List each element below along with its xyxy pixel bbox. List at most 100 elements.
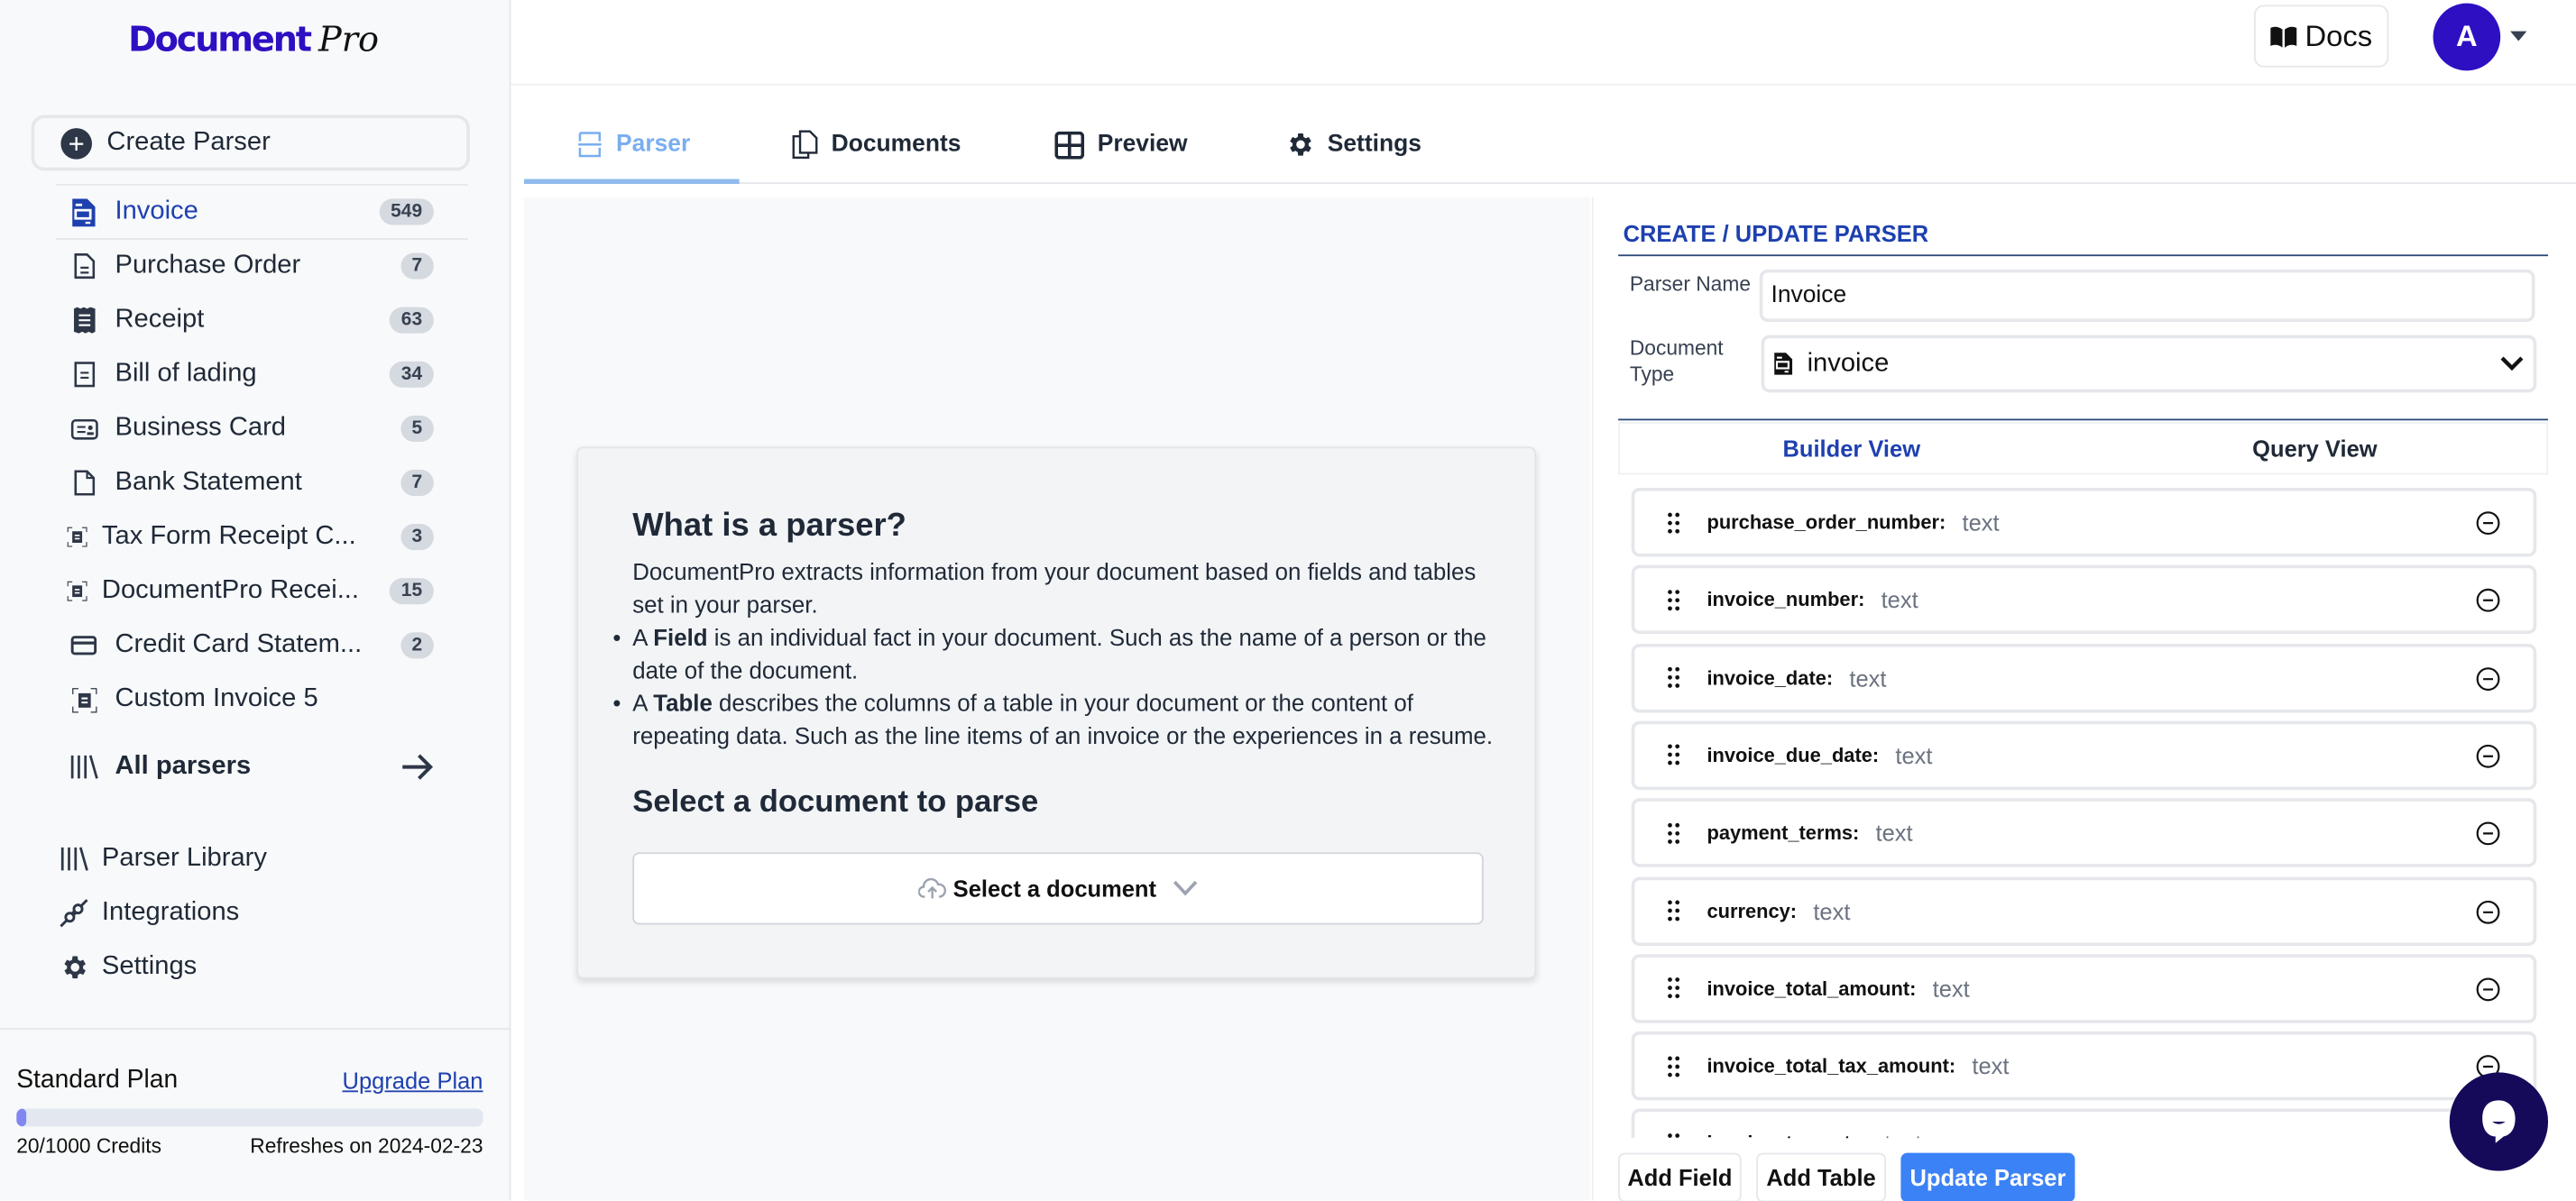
invoice-icon bbox=[66, 197, 102, 226]
field-row[interactable]: invoice_tax_rate: text bbox=[1631, 1109, 2537, 1139]
field-type: text bbox=[1813, 897, 1851, 924]
sidebar-parser-library[interactable]: Parser Library bbox=[56, 834, 267, 884]
documents-icon bbox=[792, 130, 818, 160]
sidebar-item-label: Integrations bbox=[101, 898, 240, 927]
tab-parser[interactable]: Parser bbox=[576, 106, 690, 182]
tab-query-view[interactable]: Query View bbox=[2084, 424, 2547, 473]
field-type: text bbox=[1875, 820, 1913, 847]
add-field-button[interactable]: Add Field bbox=[1618, 1152, 1742, 1201]
docs-button[interactable]: Docs bbox=[2254, 5, 2389, 68]
invoice-icon bbox=[1774, 352, 1793, 376]
tab-label: Preview bbox=[1097, 131, 1188, 158]
account-menu-caret-icon[interactable] bbox=[2510, 31, 2527, 41]
book-icon bbox=[2270, 25, 2297, 47]
count-badge: 2 bbox=[400, 632, 434, 659]
all-parsers-link[interactable]: All parsers bbox=[56, 742, 434, 792]
field-row[interactable]: invoice_total_tax_amount: text bbox=[1631, 1031, 2537, 1101]
count-badge: 5 bbox=[400, 415, 434, 442]
info-bullet-field: A Field is an individual fact in your do… bbox=[612, 622, 1503, 688]
select-document-dropdown[interactable]: Select a document bbox=[632, 852, 1484, 925]
drag-handle-icon[interactable] bbox=[1668, 1132, 1684, 1139]
drag-handle-icon[interactable] bbox=[1668, 511, 1684, 533]
parser-scan-icon bbox=[576, 132, 603, 158]
sidebar-item-documentpro-receipt[interactable]: DocumentPro Recei... 15 bbox=[56, 566, 434, 616]
create-parser-button[interactable]: + Create Parser bbox=[31, 115, 470, 171]
receipt-icon bbox=[66, 307, 102, 334]
divider bbox=[1618, 418, 2549, 421]
field-row[interactable]: currency: text bbox=[1631, 876, 2537, 946]
user-avatar[interactable]: A bbox=[2433, 3, 2501, 71]
field-name: invoice_total_tax_amount: bbox=[1707, 1054, 1956, 1078]
document-type-select[interactable]: invoice bbox=[1761, 335, 2537, 393]
drag-handle-icon[interactable] bbox=[1668, 745, 1684, 766]
sidebar-item-label: Credit Card Statem... bbox=[115, 630, 363, 659]
remove-circle-icon[interactable] bbox=[2476, 821, 2500, 846]
label-line: Document bbox=[1629, 336, 1724, 360]
arrow-right-icon bbox=[400, 754, 434, 780]
bullet-prefix: A bbox=[632, 691, 654, 718]
parser-name-input[interactable]: Invoice bbox=[1759, 269, 2535, 323]
drag-handle-icon[interactable] bbox=[1668, 589, 1684, 611]
credits-label: 20/1000 Credits bbox=[16, 1134, 161, 1159]
field-row[interactable]: invoice_due_date: text bbox=[1631, 720, 2537, 790]
field-type: text bbox=[1895, 742, 1933, 769]
label-line: Type bbox=[1629, 362, 1675, 387]
sidebar-settings[interactable]: Settings bbox=[56, 943, 197, 993]
field-row[interactable]: invoice_number: text bbox=[1631, 565, 2537, 635]
sidebar-item-receipt[interactable]: Receipt 63 bbox=[56, 296, 434, 345]
sidebar-item-label: Custom Invoice 5 bbox=[115, 684, 318, 713]
info-title: What is a parser? bbox=[632, 507, 906, 544]
drag-handle-icon[interactable] bbox=[1668, 822, 1684, 844]
drag-handle-icon[interactable] bbox=[1668, 1055, 1684, 1077]
remove-circle-icon[interactable] bbox=[2476, 976, 2500, 1001]
sidebar-item-bill-of-lading[interactable]: Bill of lading 34 bbox=[56, 350, 434, 399]
count-badge: 15 bbox=[390, 578, 434, 605]
chat-widget-button[interactable] bbox=[2449, 1072, 2549, 1171]
logo: Document Pro bbox=[128, 20, 379, 72]
tab-builder-view[interactable]: Builder View bbox=[1620, 424, 2084, 473]
field-row[interactable]: payment_terms: text bbox=[1631, 798, 2537, 868]
remove-circle-icon[interactable] bbox=[2476, 899, 2500, 923]
tab-documents[interactable]: Documents bbox=[792, 106, 961, 182]
field-list: purchase_order_number: text invoice_number… bbox=[1618, 480, 2548, 1139]
remove-circle-icon[interactable] bbox=[2476, 589, 2500, 613]
logo-accent: Pro bbox=[317, 19, 380, 60]
bullet-term: Table bbox=[653, 691, 713, 718]
upgrade-plan-link[interactable]: Upgrade Plan bbox=[343, 1068, 483, 1094]
blank-document-icon bbox=[66, 470, 102, 496]
drag-handle-icon[interactable] bbox=[1668, 977, 1684, 999]
sidebar-item-bank-statement[interactable]: Bank Statement 7 bbox=[56, 458, 434, 508]
info-intro: DocumentPro extracts information from yo… bbox=[632, 560, 1477, 619]
add-table-button[interactable]: Add Table bbox=[1756, 1152, 1887, 1201]
field-row[interactable]: invoice_total_amount: text bbox=[1631, 953, 2537, 1023]
sidebar-item-purchase-order[interactable]: Purchase Order 7 bbox=[56, 242, 434, 291]
drag-handle-icon[interactable] bbox=[1668, 667, 1684, 689]
remove-circle-icon[interactable] bbox=[2476, 744, 2500, 768]
tab-settings[interactable]: Settings bbox=[1284, 106, 1421, 182]
divider bbox=[1618, 254, 2549, 257]
tab-label: Parser bbox=[616, 131, 691, 158]
sidebar-item-business-card[interactable]: Business Card 5 bbox=[56, 404, 434, 454]
remove-circle-icon[interactable] bbox=[2476, 666, 2500, 691]
select-document-label: Select a document bbox=[952, 875, 1157, 902]
sidebar-item-credit-card-statement[interactable]: Credit Card Statem... 2 bbox=[56, 621, 434, 671]
sidebar-item-invoice[interactable]: Invoice 549 bbox=[56, 188, 434, 237]
field-row[interactable]: invoice_date: text bbox=[1631, 643, 2537, 712]
field-type: text bbox=[1972, 1052, 2010, 1079]
sidebar-integrations[interactable]: Integrations bbox=[56, 888, 239, 938]
form-title: CREATE / UPDATE PARSER bbox=[1623, 220, 1929, 247]
info-bullets: A Field is an individual fact in your do… bbox=[612, 622, 1503, 754]
view-tabs: Builder View Query View bbox=[1618, 422, 2549, 475]
field-row[interactable]: purchase_order_number: text bbox=[1631, 487, 2537, 557]
sidebar-item-custom-invoice-5[interactable]: Custom Invoice 5 bbox=[56, 675, 434, 725]
sidebar-item-tax-form-receipt[interactable]: Tax Form Receipt C... 3 bbox=[56, 512, 434, 562]
sidebar-item-label: Bank Statement bbox=[115, 468, 302, 497]
sidebar-item-label: Receipt bbox=[115, 305, 205, 334]
remove-circle-icon[interactable] bbox=[2476, 510, 2500, 536]
sidebar-item-label: Parser Library bbox=[101, 844, 267, 873]
count-badge: 3 bbox=[400, 524, 434, 551]
tab-preview[interactable]: Preview bbox=[1054, 106, 1188, 182]
update-parser-button[interactable]: Update Parser bbox=[1900, 1152, 2075, 1201]
drag-handle-icon[interactable] bbox=[1668, 900, 1684, 921]
library-icon bbox=[56, 846, 92, 872]
